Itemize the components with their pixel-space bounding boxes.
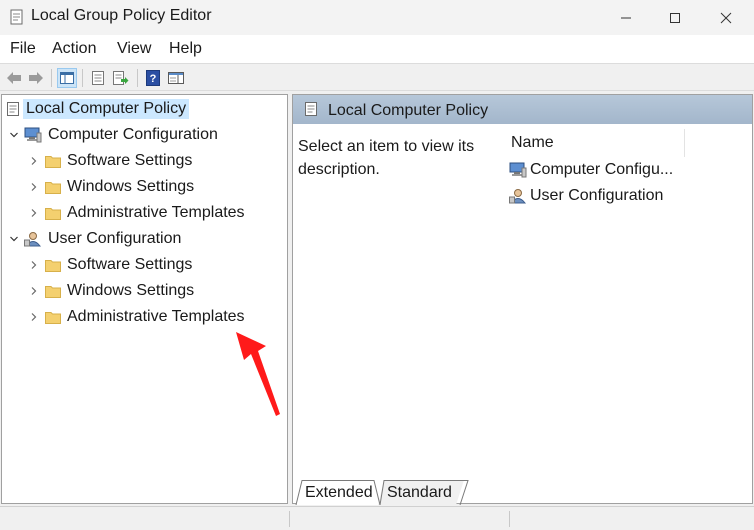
column-header-label: Name	[511, 134, 554, 151]
chevron-right-icon[interactable]	[28, 259, 40, 271]
menu-view[interactable]: View	[117, 40, 151, 58]
back-button[interactable]	[4, 68, 24, 88]
svg-text:?: ?	[150, 73, 157, 85]
folder-icon	[45, 156, 61, 168]
status-cell	[290, 511, 510, 527]
computer-icon	[509, 162, 527, 178]
help-icon: ?	[146, 70, 160, 86]
properties-icon	[92, 71, 104, 85]
help-button[interactable]: ?	[143, 68, 163, 88]
chevron-right-icon[interactable]	[28, 181, 40, 193]
properties-button[interactable]	[88, 68, 108, 88]
toolbar-separator	[82, 69, 83, 87]
status-cell	[0, 511, 290, 527]
title-bar: Local Group Policy Editor	[0, 0, 754, 35]
chevron-down-icon[interactable]	[8, 233, 20, 245]
tree-item-windows-settings[interactable]: Windows Settings	[28, 279, 194, 303]
list-item-computer-configuration[interactable]: Computer Configu...	[509, 158, 673, 182]
tree-item-label: Windows Settings	[67, 178, 195, 195]
status-bar	[0, 506, 754, 530]
chevron-right-icon[interactable]	[28, 285, 40, 297]
folder-icon	[45, 208, 61, 220]
computer-icon	[24, 127, 42, 143]
export-list-button[interactable]	[111, 68, 131, 88]
tree-item-local-computer-policy[interactable]: Local Computer Policy	[6, 97, 190, 121]
console-tree[interactable]: Local Computer Policy Computer Configura…	[1, 94, 288, 504]
maximize-icon	[670, 12, 680, 23]
tree-item-label: Administrative Templates	[67, 204, 245, 221]
description-text: Select an item to view its description.	[298, 138, 475, 178]
tab-outline	[295, 480, 469, 505]
tree-item-label: Software Settings	[67, 152, 193, 169]
tree-item-label: Local Computer Policy	[23, 99, 190, 119]
policy-document-icon	[7, 102, 19, 116]
details-header-title: Local Computer Policy	[328, 102, 489, 119]
window-title: Local Group Policy Editor	[31, 7, 212, 24]
tree-item-windows-settings[interactable]: Windows Settings	[28, 175, 194, 199]
show-hide-tree-button[interactable]	[57, 68, 77, 88]
details-header: Local Computer Policy	[293, 95, 752, 124]
tree-item-software-settings[interactable]: Software Settings	[28, 253, 192, 277]
tree-item-administrative-templates[interactable]: Administrative Templates	[28, 201, 245, 225]
chevron-right-icon[interactable]	[28, 311, 40, 323]
forward-button[interactable]	[26, 68, 46, 88]
maximize-button[interactable]	[651, 0, 699, 35]
user-icon	[509, 189, 527, 204]
toolbar: ?	[0, 63, 754, 91]
user-icon	[24, 232, 42, 247]
export-list-icon	[113, 71, 129, 85]
tree-item-label: Administrative Templates	[67, 308, 245, 325]
folder-icon	[45, 182, 61, 194]
tree-item-administrative-templates[interactable]: Administrative Templates	[28, 305, 245, 329]
minimize-icon	[621, 17, 631, 18]
show-hide-tree-icon	[60, 72, 74, 84]
tree-item-computer-configuration[interactable]: Computer Configuration	[8, 123, 218, 147]
details-pane: Local Computer Policy Select an item to …	[292, 94, 753, 504]
view-tabs: Extended Standard	[292, 480, 753, 505]
show-hide-action-pane-icon	[168, 72, 184, 84]
policy-editor-icon	[9, 9, 25, 30]
menu-help[interactable]: Help	[169, 40, 202, 58]
minimize-button[interactable]	[602, 0, 650, 35]
chevron-right-icon[interactable]	[28, 207, 40, 219]
folder-icon	[45, 312, 61, 324]
list-item-user-configuration[interactable]: User Configuration	[509, 184, 663, 208]
folder-icon	[45, 286, 61, 298]
back-icon	[7, 72, 21, 84]
tree-item-user-configuration[interactable]: User Configuration	[8, 227, 181, 251]
chevron-right-icon[interactable]	[28, 155, 40, 167]
close-button[interactable]	[702, 0, 750, 35]
tree-item-label: Computer Configuration	[48, 126, 218, 143]
close-icon	[720, 12, 732, 23]
show-hide-action-pane-button[interactable]	[166, 68, 186, 88]
list-item-label: User Configuration	[530, 187, 664, 204]
column-header-name[interactable]: Name	[504, 129, 685, 157]
forward-icon	[29, 72, 43, 84]
toolbar-separator	[51, 69, 52, 87]
tree-item-label: Software Settings	[67, 256, 193, 273]
menu-file[interactable]: File	[10, 40, 36, 58]
menu-action[interactable]: Action	[52, 40, 96, 58]
folder-icon	[45, 260, 61, 272]
menu-bar: File Action View Help	[0, 35, 754, 63]
tree-item-software-settings[interactable]: Software Settings	[28, 149, 192, 173]
toolbar-separator	[137, 69, 138, 87]
chevron-down-icon[interactable]	[8, 129, 20, 141]
policy-document-icon	[305, 102, 317, 116]
tree-item-label: User Configuration	[48, 230, 182, 247]
list-item-label: Computer Configu...	[530, 161, 674, 178]
annotation-arrow	[236, 332, 280, 416]
tree-item-label: Windows Settings	[67, 282, 195, 299]
